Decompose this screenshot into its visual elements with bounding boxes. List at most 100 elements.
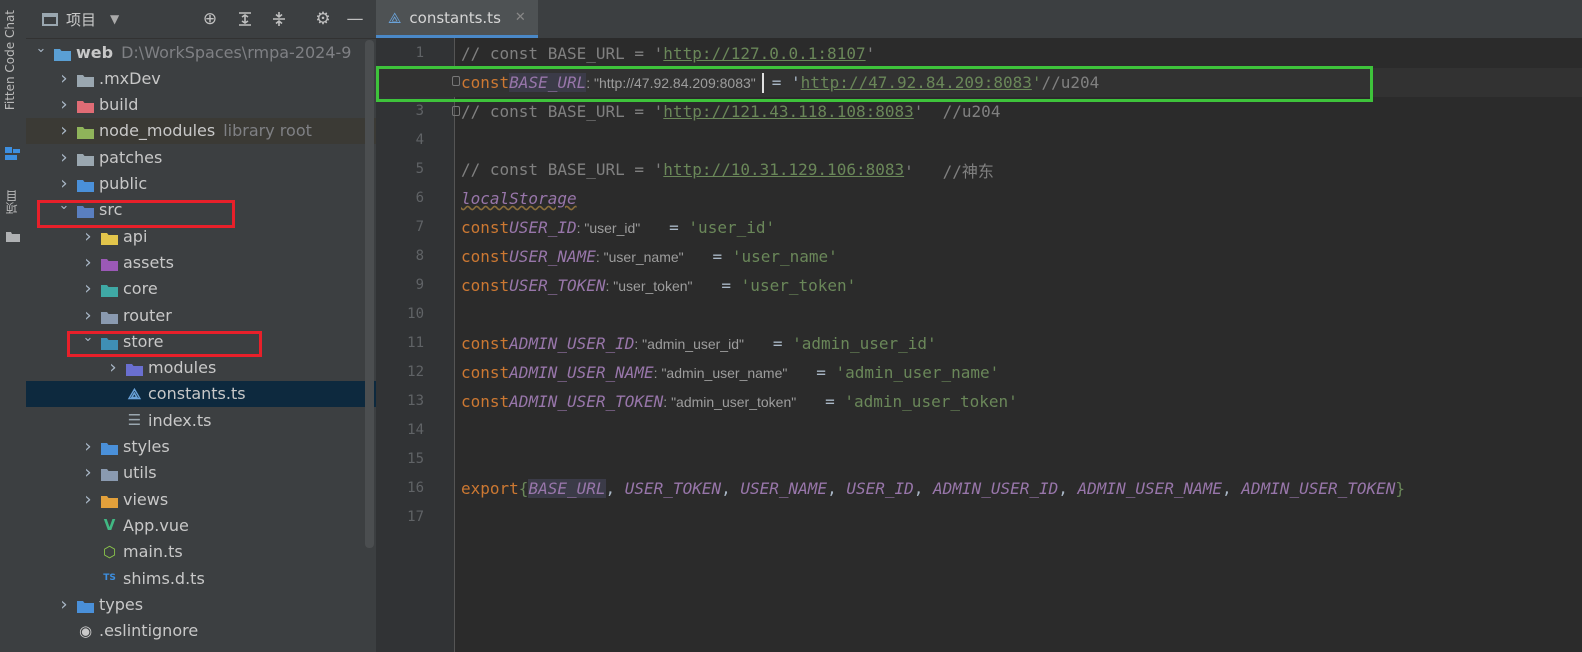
folder-icon	[101, 493, 118, 508]
keyword: const	[461, 363, 510, 382]
tree-item-label: utils	[123, 463, 157, 483]
line-number: 10	[407, 306, 424, 322]
tree-item-label: index.ts	[148, 410, 212, 430]
tree-item-web[interactable]: ⌄ web D:\WorkSpaces\rmpa-2024-9	[26, 39, 372, 65]
index-file-icon: ☰	[127, 411, 142, 430]
tree-item-assets[interactable]: › assets	[26, 249, 419, 275]
chevron-right-icon[interactable]: ›	[81, 489, 95, 510]
locate-file-icon[interactable]: ⊕	[199, 8, 221, 30]
export-item: ADMIN_USER_NAME	[1077, 479, 1223, 498]
code-line-12: const ADMIN_USER_NAME : "admin_user_name…	[461, 363, 1000, 382]
chevron-right-icon[interactable]: ›	[57, 68, 71, 89]
tree-item-label: views	[123, 489, 169, 509]
code-line-1: // const BASE_URL = ' http://127.0.0.1:81…	[461, 39, 875, 68]
project-tool-tab[interactable]: 项目	[3, 190, 20, 214]
line-number: 5	[415, 161, 424, 177]
chevron-right-icon[interactable]: ›	[57, 94, 71, 115]
chevron-right-icon[interactable]: ›	[81, 436, 95, 457]
folder-icon	[77, 598, 94, 613]
line-number: 3	[415, 103, 424, 119]
tree-scrollbar[interactable]	[365, 40, 374, 548]
constant-name: USER_ID	[509, 218, 577, 237]
tree-item-mxdev[interactable]: › .mxDev	[26, 65, 395, 91]
line-number: 11	[407, 335, 424, 351]
string-literal: 'user_id'	[688, 218, 776, 237]
folder-icon	[77, 72, 94, 87]
chevron-right-icon[interactable]: ›	[81, 226, 95, 247]
tree-item-label: node_modules	[99, 121, 216, 141]
line-number-gutter: 1234567891011121314151617	[376, 38, 455, 652]
tree-item-core[interactable]: › core	[26, 276, 419, 302]
minimize-icon[interactable]: —	[344, 8, 366, 30]
code-editor[interactable]: // const BASE_URL = ' http://127.0.0.1:81…	[376, 38, 1582, 652]
tree-item-router[interactable]: › router	[26, 302, 419, 328]
tree-item-main-ts[interactable]: ⬡ main.ts	[26, 539, 419, 565]
keyword: export	[461, 479, 519, 498]
tree-item-eslintignore[interactable]: ◉ .eslintignore	[26, 618, 395, 644]
project-view-title: 项目	[66, 10, 97, 29]
fitten-code-chat-tab[interactable]: Fitten Code Chat	[3, 10, 17, 110]
string-literal: 'user_token'	[740, 276, 857, 295]
project-panel: 项目 ▼ ⊕ ⚙ — ⌄ web D:\WorkSpaces\rmpa-2024-9…	[26, 0, 444, 652]
tree-item-styles[interactable]: › styles	[26, 434, 419, 460]
separator: ,	[721, 479, 741, 498]
chevron-right-icon[interactable]: ›	[57, 120, 71, 141]
line-number: 4	[415, 132, 424, 148]
tree-item-public[interactable]: › public	[26, 171, 395, 197]
comment: '	[865, 44, 876, 63]
expand-all-icon[interactable]	[234, 8, 256, 30]
export-item: USER_TOKEN	[624, 479, 722, 498]
comment: ' //神东	[904, 161, 994, 181]
chevron-right-icon[interactable]: ›	[106, 357, 120, 378]
line-number: 13	[407, 393, 424, 409]
gear-icon[interactable]: ⚙	[312, 8, 334, 30]
tree-item-app-vue[interactable]: V App.vue	[26, 512, 419, 538]
chevron-right-icon[interactable]: ›	[57, 147, 71, 168]
collapse-all-icon[interactable]	[268, 8, 290, 30]
chevron-right-icon[interactable]: ›	[57, 173, 71, 194]
tree-item-secondary: D:\WorkSpaces\rmpa-2024-9	[121, 42, 352, 62]
export-item: ADMIN_USER_ID	[933, 479, 1059, 498]
node-file-icon: ⬡	[102, 542, 117, 561]
brace-open: {	[518, 479, 529, 498]
chevron-down-icon[interactable]: ⌄	[34, 41, 48, 56]
tree-item-label: public	[99, 174, 148, 193]
url-link[interactable]: http://127.0.0.1:8107	[663, 44, 865, 63]
fitten-logo-icon[interactable]	[5, 146, 21, 160]
tree-item-label: router	[123, 305, 172, 325]
project-folder-icon[interactable]	[5, 228, 21, 242]
chevron-right-icon[interactable]: ›	[57, 594, 71, 615]
export-list: , USER_TOKEN, USER_NAME, USER_ID, ADMIN_…	[606, 479, 1396, 498]
project-panel-header: 项目 ▼ ⊕ ⚙ —	[26, 0, 376, 39]
tab-constants-ts[interactable]: ⟁ constants.ts ✕	[376, 0, 538, 38]
tree-item-node-modules[interactable]: › node_modules library root	[26, 117, 395, 144]
tree-item-build[interactable]: › build	[26, 92, 395, 118]
chevron-right-icon[interactable]: ›	[81, 252, 95, 273]
project-view-selector[interactable]: 项目 ▼	[42, 8, 119, 30]
annotation-box-store	[67, 331, 262, 357]
tree-item-patches[interactable]: › patches	[26, 144, 395, 170]
tree-item-views[interactable]: › views	[26, 486, 419, 512]
inlay-type-hint: : "admin_user_token"	[663, 393, 797, 410]
line-number: 14	[407, 422, 424, 438]
fold-marker-icon[interactable]	[452, 106, 460, 116]
chevron-right-icon[interactable]: ›	[81, 462, 95, 483]
code-line-8: const USER_NAME : "user_name" = 'user_na…	[461, 247, 838, 266]
chevron-right-icon[interactable]: ›	[81, 278, 95, 299]
tree-item-types[interactable]: › types	[26, 591, 395, 617]
keyword: const	[461, 334, 510, 353]
editor-tab-bar: ⟁ constants.ts ✕	[376, 0, 1582, 39]
tree-item-shims-d-ts[interactable]: TS shims.d.ts	[26, 565, 419, 591]
vue-file-icon: V	[103, 516, 116, 535]
code-line-9: const USER_TOKEN : "user_token" = 'user_…	[461, 276, 857, 295]
url-link[interactable]: http://10.31.129.106:8083	[663, 160, 904, 179]
close-icon[interactable]: ✕	[515, 10, 526, 25]
constant-name: ADMIN_USER_ID	[509, 334, 635, 353]
tree-item-label: assets	[123, 252, 174, 272]
identifier-localstorage: localStorage	[461, 189, 577, 208]
chevron-right-icon[interactable]: ›	[81, 305, 95, 326]
folder-icon	[77, 151, 94, 166]
tree-item-utils[interactable]: › utils	[26, 460, 419, 486]
comment: ' //u204	[913, 102, 1001, 121]
url-link[interactable]: http://121.43.118.108:8083	[663, 102, 913, 121]
